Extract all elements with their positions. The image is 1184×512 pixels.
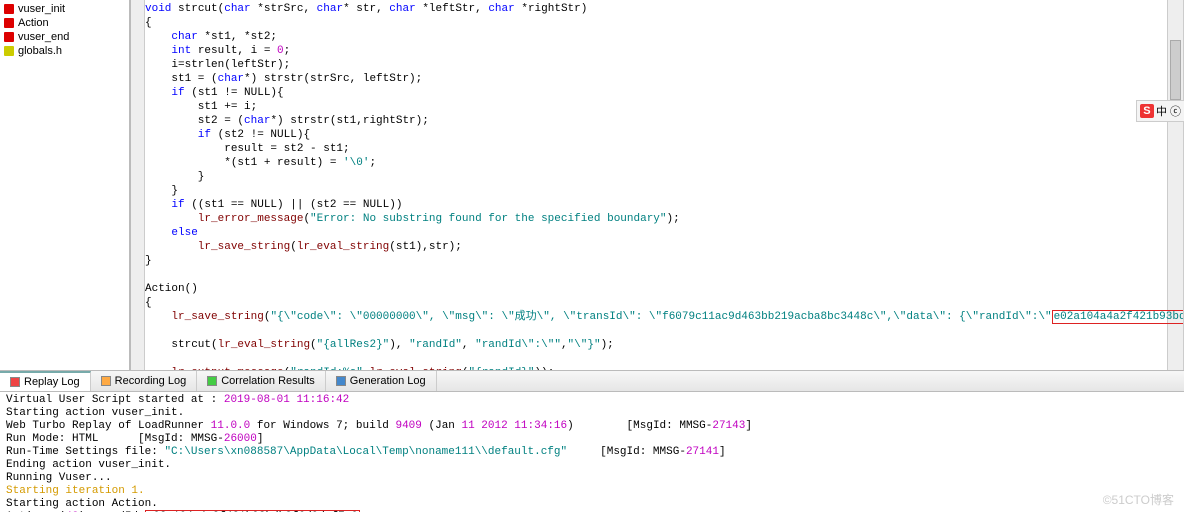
ime-text: 中 ⓒ (1156, 103, 1181, 119)
tab-label: Generation Log (350, 375, 426, 387)
tree-item-globals[interactable]: globals.h (0, 44, 129, 58)
code-content: void strcut(char *strSrc, char* str, cha… (145, 2, 1177, 370)
tab-icon (10, 377, 20, 387)
tree-label: Action (18, 17, 49, 29)
tree-label: globals.h (18, 45, 62, 57)
output-tabs: Replay Log Recording Log Correlation Res… (0, 370, 1184, 392)
script-tree: vuser_init Action vuser_end globals.h (0, 0, 130, 370)
replay-log-output[interactable]: Virtual User Script started at : 2019-08… (0, 392, 1184, 512)
script-icon (4, 18, 14, 28)
tab-icon (207, 376, 217, 386)
gutter (131, 0, 145, 370)
tree-label: vuser_init (18, 3, 65, 15)
tab-label: Replay Log (24, 376, 80, 388)
tree-item-vuser-init[interactable]: vuser_init (0, 2, 129, 16)
sogou-icon: S (1140, 104, 1154, 118)
header-icon (4, 46, 14, 56)
code-editor[interactable]: void strcut(char *strSrc, char* str, cha… (130, 0, 1184, 370)
tab-replay-log[interactable]: Replay Log (0, 371, 91, 391)
highlight-randid-source: e02a104a4a2f421b93bdb8f6d9daf7c0 (1052, 310, 1184, 324)
tree-label: vuser_end (18, 31, 69, 43)
tab-label: Recording Log (115, 375, 187, 387)
script-icon (4, 32, 14, 42)
tab-generation-log[interactable]: Generation Log (326, 371, 437, 391)
tab-recording-log[interactable]: Recording Log (91, 371, 198, 391)
tab-correlation-results[interactable]: Correlation Results (197, 371, 326, 391)
tab-icon (336, 376, 346, 386)
tree-item-action[interactable]: Action (0, 16, 129, 30)
script-icon (4, 4, 14, 14)
tab-label: Correlation Results (221, 375, 315, 387)
ime-badge[interactable]: S中 ⓒ (1136, 100, 1184, 122)
watermark: ©51CTO博客 (1103, 491, 1174, 508)
tab-icon (101, 376, 111, 386)
tree-item-vuser-end[interactable]: vuser_end (0, 30, 129, 44)
